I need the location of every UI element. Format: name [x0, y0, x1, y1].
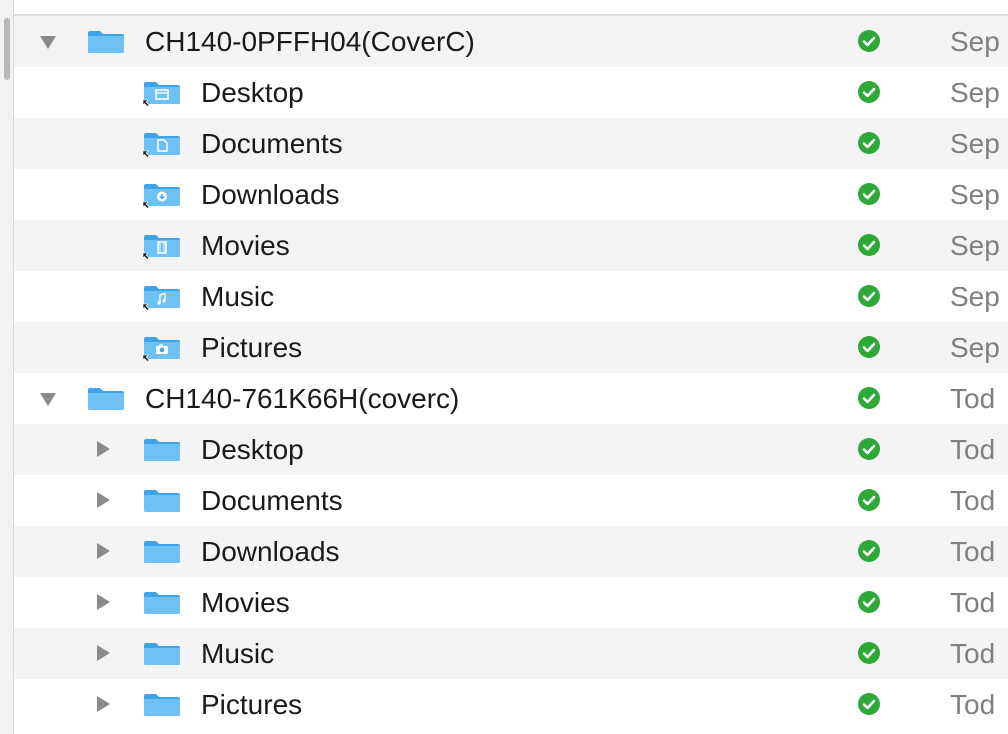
- disclosure-triangle-collapsed-icon[interactable]: [97, 543, 110, 559]
- synced-check-icon: [858, 591, 880, 613]
- file-list: CH140-0PFFH04(CoverC) Sep Desktop Sep Docume…: [14, 16, 1008, 730]
- synced-check-icon: [858, 693, 880, 715]
- synced-check-icon: [858, 81, 880, 103]
- date-modified: Tod: [950, 383, 996, 414]
- date-modified: Sep: [950, 128, 1000, 159]
- file-row[interactable]: Desktop Sep: [14, 67, 1008, 118]
- folder-icon: [86, 386, 126, 412]
- item-name: Music: [201, 638, 275, 669]
- folder-icon: [142, 539, 182, 565]
- folder-icon: [142, 437, 182, 463]
- file-row[interactable]: Documents Sep: [14, 118, 1008, 169]
- documents-folder-alias-icon: [142, 131, 182, 157]
- synced-check-icon: [858, 30, 880, 52]
- item-name: Movies: [201, 230, 290, 261]
- synced-check-icon: [858, 489, 880, 511]
- disclosure-triangle-collapsed-icon[interactable]: [97, 594, 110, 610]
- item-name: Downloads: [201, 179, 340, 210]
- vertical-scrollbar[interactable]: [0, 0, 14, 734]
- synced-check-icon: [858, 234, 880, 256]
- item-name: Music: [201, 281, 275, 312]
- synced-check-icon: [858, 183, 880, 205]
- file-row[interactable]: Desktop Tod: [14, 424, 1008, 475]
- date-modified: Tod: [950, 587, 996, 618]
- folder-icon: [86, 29, 126, 55]
- file-row[interactable]: Music Tod: [14, 628, 1008, 679]
- scrollbar-thumb[interactable]: [4, 18, 10, 80]
- music-folder-alias-icon: [142, 284, 182, 310]
- disclosure-triangle-collapsed-icon[interactable]: [97, 492, 110, 508]
- item-name: Desktop: [201, 434, 304, 465]
- date-modified: Sep: [950, 77, 1000, 108]
- date-modified: Tod: [950, 536, 996, 567]
- folder-icon: [142, 692, 182, 718]
- item-name: CH140-761K66H(coverc): [145, 383, 460, 414]
- item-name: CH140-0PFFH04(CoverC): [145, 26, 475, 57]
- file-row[interactable]: Movies Sep: [14, 220, 1008, 271]
- pictures-folder-alias-icon: [142, 335, 182, 361]
- file-row[interactable]: Downloads Tod: [14, 526, 1008, 577]
- date-modified: Tod: [950, 485, 996, 516]
- file-row[interactable]: CH140-761K66H(coverc) Tod: [14, 373, 1008, 424]
- file-row[interactable]: CH140-0PFFH04(CoverC) Sep: [14, 16, 1008, 67]
- file-row[interactable]: Pictures Tod: [14, 679, 1008, 730]
- date-modified: Sep: [950, 281, 1000, 312]
- disclosure-triangle-collapsed-icon[interactable]: [97, 696, 110, 712]
- synced-check-icon: [858, 438, 880, 460]
- disclosure-triangle-collapsed-icon[interactable]: [97, 645, 110, 661]
- date-modified: Sep: [950, 332, 1000, 363]
- date-modified: Sep: [950, 230, 1000, 261]
- item-name: Movies: [201, 587, 290, 618]
- file-row[interactable]: Pictures Sep: [14, 322, 1008, 373]
- date-modified: Sep: [950, 179, 1000, 210]
- downloads-folder-alias-icon: [142, 182, 182, 208]
- file-row[interactable]: Movies Tod: [14, 577, 1008, 628]
- file-row[interactable]: Downloads Sep: [14, 169, 1008, 220]
- date-modified: Sep: [950, 26, 1000, 57]
- folder-icon: [142, 641, 182, 667]
- date-modified: Tod: [950, 434, 996, 465]
- item-name: Documents: [201, 128, 343, 159]
- disclosure-triangle-collapsed-icon[interactable]: [97, 441, 110, 457]
- synced-check-icon: [858, 642, 880, 664]
- synced-check-icon: [858, 336, 880, 358]
- list-top-border: [0, 0, 1008, 16]
- synced-check-icon: [858, 132, 880, 154]
- item-name: Desktop: [201, 77, 304, 108]
- item-name: Downloads: [201, 536, 340, 567]
- file-row[interactable]: Music Sep: [14, 271, 1008, 322]
- item-name: Pictures: [201, 332, 303, 363]
- synced-check-icon: [858, 540, 880, 562]
- desktop-folder-alias-icon: [142, 80, 182, 106]
- date-modified: Tod: [950, 689, 996, 720]
- folder-icon: [142, 590, 182, 616]
- file-row[interactable]: Documents Tod: [14, 475, 1008, 526]
- item-name: Pictures: [201, 689, 303, 720]
- synced-check-icon: [858, 285, 880, 307]
- disclosure-triangle-expanded-icon[interactable]: [40, 393, 56, 406]
- disclosure-triangle-expanded-icon[interactable]: [40, 36, 56, 49]
- item-name: Documents: [201, 485, 343, 516]
- synced-check-icon: [858, 387, 880, 409]
- movies-folder-alias-icon: [142, 233, 182, 259]
- folder-icon: [142, 488, 182, 514]
- date-modified: Tod: [950, 638, 996, 669]
